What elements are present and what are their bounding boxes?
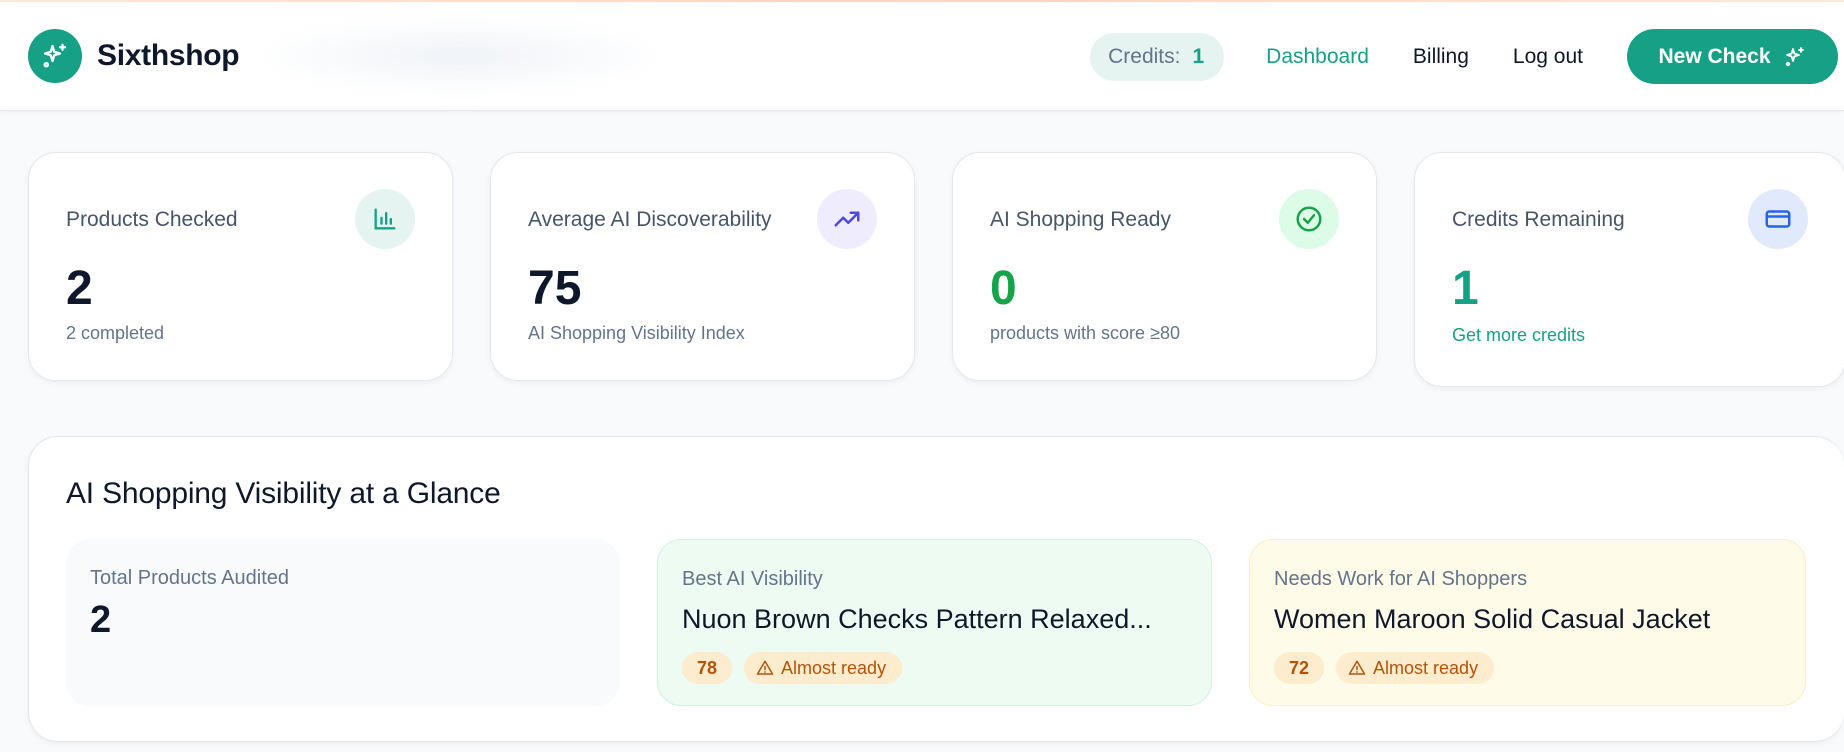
new-check-button[interactable]: New Check	[1627, 29, 1838, 84]
credits-pill: Credits: 1	[1090, 32, 1225, 81]
stat-label: Credits Remaining	[1452, 208, 1625, 231]
stat-value: 75	[528, 262, 582, 315]
tile-value: 2	[90, 599, 112, 641]
status-label: Almost ready	[781, 657, 887, 678]
visibility-glance-panel: AI Shopping Visibility at a Glance Total…	[28, 436, 1844, 742]
credits-value: 1	[1192, 44, 1205, 68]
stat-card-shopping-ready: AI Shopping Ready 0 products with score …	[952, 152, 1377, 381]
badge-row: 72 Almost ready	[1274, 652, 1495, 684]
stat-label: Products Checked	[66, 208, 238, 231]
brand[interactable]: Sixthshop	[28, 29, 240, 83]
stat-label: Average AI Discoverability	[528, 208, 772, 231]
top-navigation-bar: Sixthshop Credits: 1 Dashboard Billing L…	[0, 0, 1844, 111]
badge-row: 78 Almost ready	[682, 652, 903, 684]
nav-billing-link[interactable]: Billing	[1413, 45, 1469, 69]
bar-chart-icon	[355, 189, 415, 249]
stat-value: 0	[990, 262, 1017, 315]
sparkles-logo-icon	[28, 29, 82, 83]
stat-value: 1	[1452, 262, 1479, 315]
status-badge: Almost ready	[744, 652, 903, 684]
product-name: Nuon Brown Checks Pattern Relaxed...	[682, 604, 1152, 634]
warning-icon	[756, 660, 774, 675]
score-badge: 78	[682, 652, 733, 684]
header-nav: Credits: 1 Dashboard Billing Log out New…	[1090, 29, 1838, 84]
tile-label: Needs Work for AI Shoppers	[1274, 568, 1528, 590]
tile-label: Total Products Audited	[90, 567, 290, 589]
stat-card-products-checked: Products Checked 2 2 completed	[28, 152, 453, 381]
stat-value: 2	[66, 262, 93, 315]
blurred-area	[250, 16, 670, 96]
check-circle-icon	[1279, 189, 1339, 249]
brand-name: Sixthshop	[97, 39, 240, 72]
best-visibility-tile[interactable]: Best AI Visibility Nuon Brown Checks Pat…	[657, 539, 1212, 706]
warning-icon	[1348, 660, 1366, 675]
tile-label: Best AI Visibility	[682, 568, 823, 590]
needs-work-tile[interactable]: Needs Work for AI Shoppers Women Maroon …	[1249, 539, 1806, 706]
credit-card-icon	[1748, 189, 1808, 249]
new-check-label: New Check	[1658, 44, 1771, 68]
total-products-tile: Total Products Audited 2	[66, 539, 620, 706]
trending-up-icon	[817, 189, 877, 249]
stat-card-average-discoverability: Average AI Discoverability 75 AI Shoppin…	[490, 152, 915, 381]
logout-link[interactable]: Log out	[1513, 45, 1583, 69]
section-title: AI Shopping Visibility at a Glance	[66, 477, 501, 510]
score-badge: 72	[1274, 652, 1325, 684]
product-name: Women Maroon Solid Casual Jacket	[1274, 604, 1711, 634]
nav-dashboard-link[interactable]: Dashboard	[1266, 45, 1369, 69]
stat-subtext: 2 completed	[66, 323, 165, 343]
stat-card-credits-remaining: Credits Remaining 1 Get more credits	[1414, 152, 1844, 387]
get-more-credits-link[interactable]: Get more credits	[1452, 325, 1585, 346]
status-label: Almost ready	[1373, 657, 1479, 678]
stat-subtext: products with score ≥80	[990, 323, 1180, 343]
stat-subtext: AI Shopping Visibility Index	[528, 323, 745, 343]
stat-label: AI Shopping Ready	[990, 208, 1171, 231]
status-badge: Almost ready	[1336, 652, 1495, 684]
credits-label: Credits:	[1108, 44, 1181, 68]
sparkles-icon	[1785, 46, 1804, 66]
